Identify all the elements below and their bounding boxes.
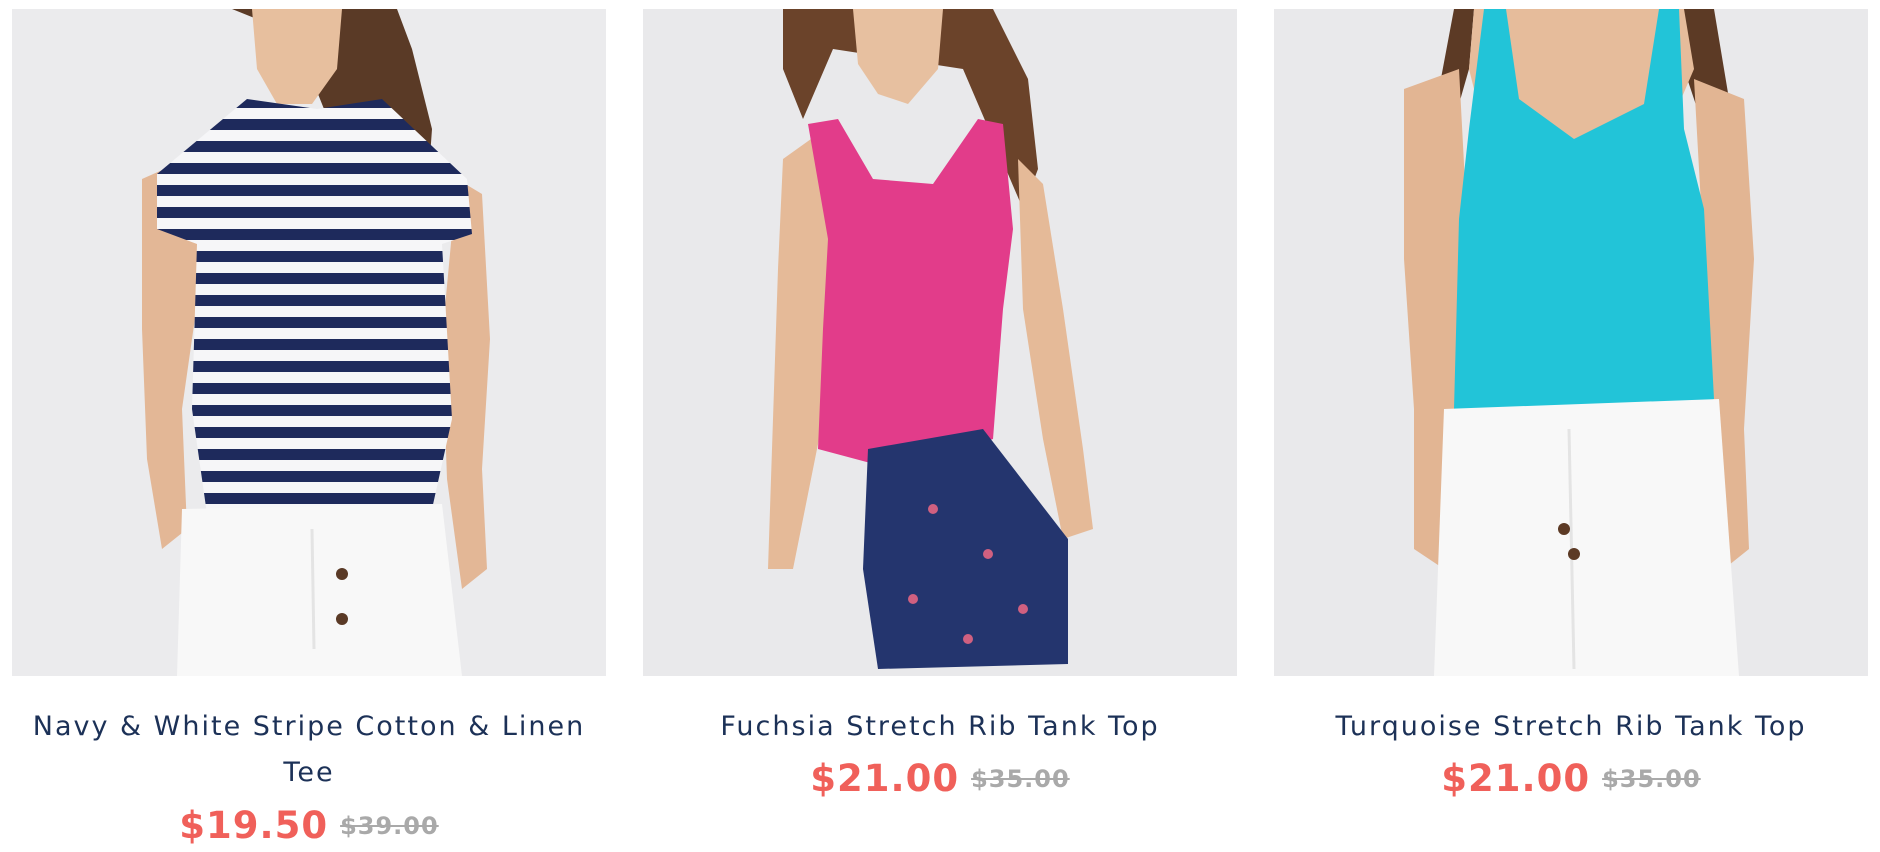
product-title[interactable]: Fuchsia Stretch Rib Tank Top	[643, 704, 1237, 750]
product-photo-navy-stripe-tee	[12, 9, 606, 676]
product-photo-fuchsia-tank	[643, 9, 1237, 676]
product-title[interactable]: Turquoise Stretch Rib Tank Top	[1274, 704, 1868, 750]
sale-price: $19.50	[179, 804, 329, 847]
product-image[interactable]	[1274, 9, 1868, 676]
price-row: $21.00 $35.00	[643, 757, 1237, 800]
product-title[interactable]: Navy & White Stripe Cotton & Linen Tee	[12, 704, 606, 796]
product-image[interactable]	[12, 9, 606, 676]
product-photo-turquoise-tank	[1274, 9, 1868, 676]
original-price: $39.00	[340, 811, 439, 840]
sale-price: $21.00	[810, 757, 960, 800]
product-card[interactable]: Turquoise Stretch Rib Tank Top $21.00 $35…	[1274, 9, 1868, 852]
sale-price: $21.00	[1441, 757, 1591, 800]
price-row: $21.00 $35.00	[1274, 757, 1868, 800]
product-grid: Navy & White Stripe Cotton & Linen Tee $…	[12, 9, 1868, 852]
product-image[interactable]	[643, 9, 1237, 676]
product-card[interactable]: Navy & White Stripe Cotton & Linen Tee $…	[12, 9, 606, 852]
product-card[interactable]: Fuchsia Stretch Rib Tank Top $21.00 $35.0…	[643, 9, 1237, 852]
original-price: $35.00	[1602, 764, 1701, 793]
original-price: $35.00	[971, 764, 1070, 793]
price-row: $19.50 $39.00	[12, 804, 606, 847]
